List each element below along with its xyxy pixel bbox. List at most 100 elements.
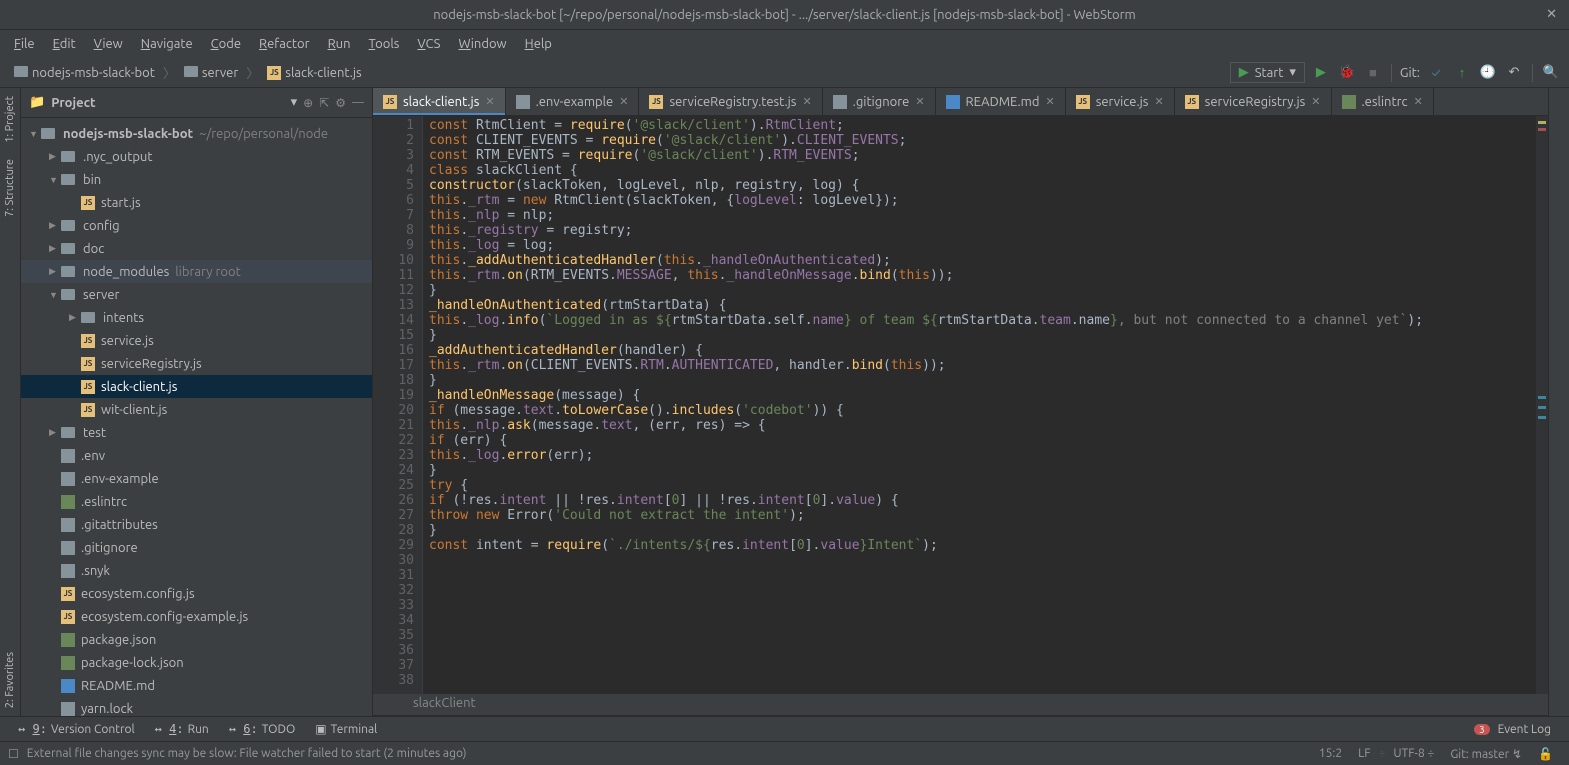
git-branch[interactable]: Git: master ↯ bbox=[1442, 747, 1530, 761]
editor-tab[interactable]: README.md✕ bbox=[936, 88, 1066, 115]
editor-tab[interactable]: JSslack-client.js✕ bbox=[373, 88, 506, 115]
gear-icon[interactable]: ⚙ bbox=[335, 96, 346, 110]
tab-close-icon[interactable]: ✕ bbox=[619, 95, 628, 108]
breadcrumb-item[interactable]: JSslack-client.js bbox=[261, 64, 367, 82]
menu-file[interactable]: File bbox=[6, 33, 43, 55]
js-file-icon: JS bbox=[61, 587, 75, 601]
tab-close-icon[interactable]: ✕ bbox=[1311, 95, 1320, 108]
hide-icon[interactable]: — bbox=[352, 96, 364, 109]
menu-run[interactable]: Run bbox=[320, 33, 359, 55]
tree-file[interactable]: JSserviceRegistry.js bbox=[21, 352, 372, 375]
vcs-revert-button[interactable]: ↶ bbox=[1504, 63, 1524, 83]
file-icon bbox=[61, 518, 75, 532]
bottom-tool-run[interactable]: ↔ 4: Run bbox=[145, 720, 219, 738]
tree-file[interactable]: .gitattributes bbox=[21, 513, 372, 536]
locate-icon[interactable]: ⊕ bbox=[303, 96, 313, 110]
editor-tab[interactable]: .gitignore✕ bbox=[823, 88, 936, 115]
tree-folder[interactable]: ▼server bbox=[21, 283, 372, 306]
run-configuration-selector[interactable]: ▶ Start ▾ bbox=[1230, 62, 1305, 83]
tree-file[interactable]: JSservice.js bbox=[21, 329, 372, 352]
tab-close-icon[interactable]: ✕ bbox=[1154, 95, 1163, 108]
window-close-button[interactable]: ✕ bbox=[1546, 7, 1557, 22]
error-marker[interactable] bbox=[1538, 128, 1546, 131]
chevron-down-icon[interactable]: ▾ bbox=[291, 95, 298, 110]
warning-marker[interactable] bbox=[1538, 121, 1546, 124]
event-log-button[interactable]: 3 Event Log bbox=[1464, 721, 1561, 738]
tree-folder[interactable]: ▶.nyc_output bbox=[21, 145, 372, 168]
search-everywhere-button[interactable]: 🔍 bbox=[1541, 63, 1561, 83]
run-button[interactable]: ▶ bbox=[1311, 63, 1331, 83]
info-marker[interactable] bbox=[1538, 416, 1546, 419]
tab-close-icon[interactable]: ✕ bbox=[1046, 95, 1055, 108]
tree-root[interactable]: ▼nodejs-msb-slack-bot ~/repo/personal/no… bbox=[21, 122, 372, 145]
vcs-history-button[interactable]: 🕘 bbox=[1478, 63, 1498, 83]
tool-tab-favorites[interactable]: 2: Favorites bbox=[2, 644, 18, 716]
editor-tab[interactable]: .eslintrc✕ bbox=[1332, 88, 1434, 115]
tree-file[interactable]: .env-example bbox=[21, 467, 372, 490]
status-icon[interactable]: ☐ bbox=[8, 747, 19, 761]
menu-window[interactable]: Window bbox=[450, 33, 514, 55]
menu-help[interactable]: Help bbox=[517, 33, 560, 55]
tree-file[interactable]: package.json bbox=[21, 628, 372, 651]
js-file-icon: JS bbox=[81, 334, 95, 348]
info-marker[interactable] bbox=[1538, 406, 1546, 409]
tree-file[interactable]: package-lock.json bbox=[21, 651, 372, 674]
tab-close-icon[interactable]: ✕ bbox=[915, 95, 924, 108]
tree-file[interactable]: JSstart.js bbox=[21, 191, 372, 214]
line-separator[interactable]: LF bbox=[1350, 747, 1378, 760]
menu-edit[interactable]: Edit bbox=[45, 33, 84, 55]
vcs-commit-button[interactable]: ↑ bbox=[1452, 63, 1472, 83]
collapse-icon[interactable]: ⇱ bbox=[319, 96, 329, 110]
bottom-tool-todo[interactable]: ↔ 6: TODO bbox=[219, 720, 306, 738]
separator bbox=[1391, 64, 1392, 82]
caret-position[interactable]: 15:2 bbox=[1311, 747, 1350, 760]
file-icon bbox=[61, 449, 75, 463]
bottom-tool-version-control[interactable]: ↔ 9: Version Control bbox=[8, 720, 145, 738]
editor-tab[interactable]: JSserviceRegistry.test.js✕ bbox=[639, 88, 822, 115]
tree-file[interactable]: yarn.lock bbox=[21, 697, 372, 716]
editor-tab[interactable]: JSservice.js✕ bbox=[1066, 88, 1175, 115]
project-tree[interactable]: ▼nodejs-msb-slack-bot ~/repo/personal/no… bbox=[21, 118, 372, 716]
tree-file[interactable]: .gitignore bbox=[21, 536, 372, 559]
breadcrumb-item[interactable]: server bbox=[178, 64, 244, 82]
tree-file[interactable]: JSwit-client.js bbox=[21, 398, 372, 421]
tree-file[interactable]: JSslack-client.js bbox=[21, 375, 372, 398]
tree-file[interactable]: JSecosystem.config.js bbox=[21, 582, 372, 605]
tree-file[interactable]: README.md bbox=[21, 674, 372, 697]
marker-strip[interactable] bbox=[1536, 116, 1548, 694]
tree-folder[interactable]: ▶doc bbox=[21, 237, 372, 260]
menu-view[interactable]: View bbox=[86, 33, 131, 55]
code-content[interactable]: const RtmClient = require('@slack/client… bbox=[423, 116, 1536, 694]
tree-file[interactable]: JSecosystem.config-example.js bbox=[21, 605, 372, 628]
tree-folder[interactable]: ▶config bbox=[21, 214, 372, 237]
tab-close-icon[interactable]: ✕ bbox=[485, 95, 494, 108]
menu-tools[interactable]: Tools bbox=[361, 33, 408, 55]
tool-tab-structure[interactable]: 7: Structure bbox=[2, 151, 18, 225]
tab-close-icon[interactable]: ✕ bbox=[802, 95, 811, 108]
tree-folder[interactable]: ▼bin bbox=[21, 168, 372, 191]
bottom-tool-terminal[interactable]: ▣ Terminal bbox=[305, 720, 387, 738]
menu-refactor[interactable]: Refactor bbox=[251, 33, 318, 55]
menu-navigate[interactable]: Navigate bbox=[133, 33, 201, 55]
info-marker[interactable] bbox=[1538, 396, 1546, 399]
tool-tab-project[interactable]: 1: Project bbox=[2, 88, 18, 151]
tree-folder[interactable]: ▶node_moduleslibrary root bbox=[21, 260, 372, 283]
vcs-update-button[interactable]: ✓ bbox=[1426, 63, 1446, 83]
tree-folder[interactable]: ▶test bbox=[21, 421, 372, 444]
menu-code[interactable]: Code bbox=[203, 33, 249, 55]
tree-file[interactable]: .env bbox=[21, 444, 372, 467]
editor-body[interactable]: 1234567891011121314151617181920212223242… bbox=[373, 116, 1548, 694]
menu-vcs[interactable]: VCS bbox=[409, 33, 448, 55]
tree-file[interactable]: .eslintrc bbox=[21, 490, 372, 513]
editor-tab[interactable]: JSserviceRegistry.js✕ bbox=[1175, 88, 1332, 115]
editor-tab[interactable]: .env-example✕ bbox=[506, 88, 640, 115]
tab-close-icon[interactable]: ✕ bbox=[1414, 95, 1423, 108]
lock-icon[interactable]: 🔓 bbox=[1530, 747, 1561, 761]
folder-icon bbox=[61, 264, 77, 280]
file-encoding[interactable]: UTF-8 ÷ bbox=[1385, 747, 1442, 760]
tree-folder[interactable]: ▶intents bbox=[21, 306, 372, 329]
breadcrumb-item[interactable]: nodejs-msb-slack-bot bbox=[8, 64, 161, 82]
stop-button[interactable]: ■ bbox=[1363, 63, 1383, 83]
debug-button[interactable]: 🐞 bbox=[1337, 63, 1357, 83]
tree-file[interactable]: .snyk bbox=[21, 559, 372, 582]
